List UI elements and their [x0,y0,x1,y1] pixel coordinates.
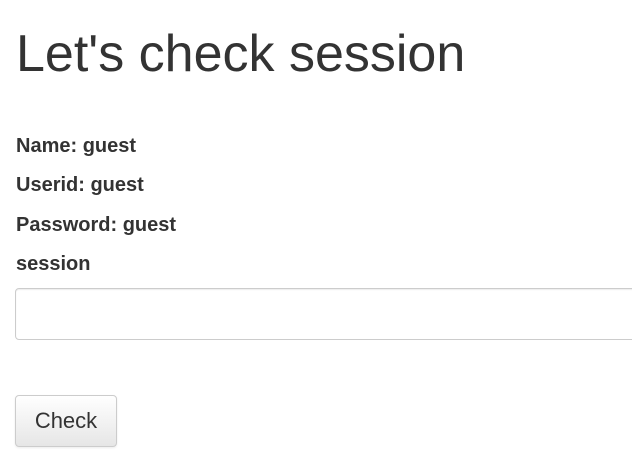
session-input[interactable] [15,288,632,340]
check-button[interactable]: Check [15,395,117,447]
name-label: Name: guest [16,135,137,157]
page-title: Let's check session [16,25,466,83]
password-label: Password: guest [16,214,177,236]
userid-label: Userid: guest [16,174,144,196]
session-label: session [16,253,91,275]
